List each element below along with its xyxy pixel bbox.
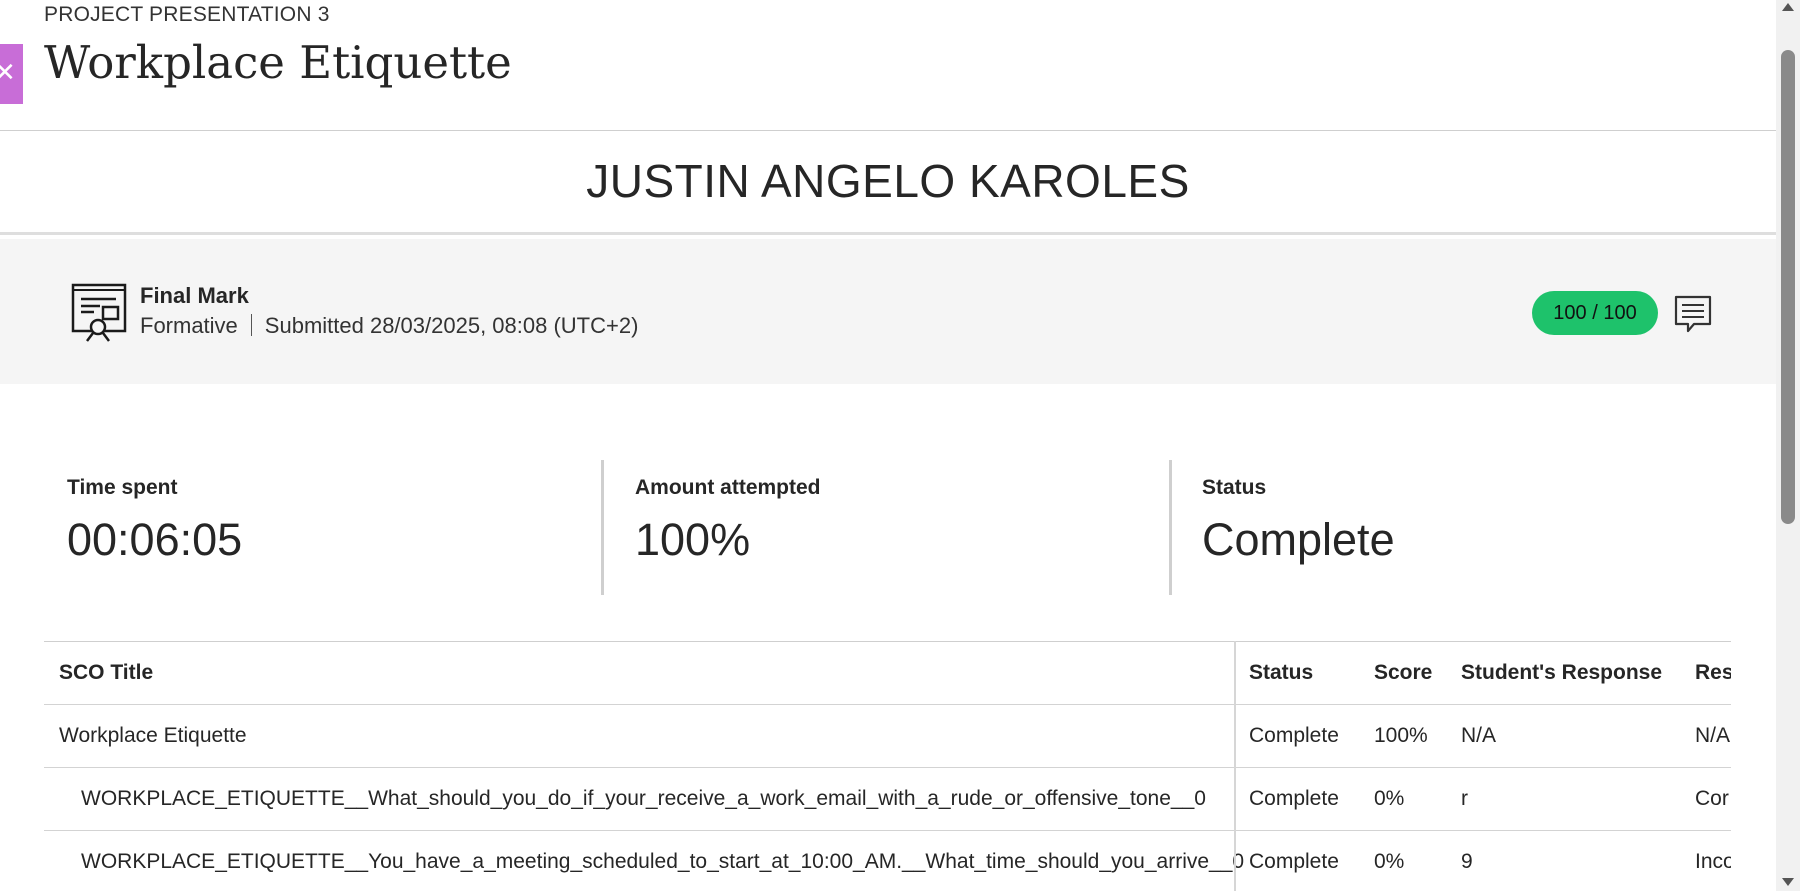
page-title: Workplace Etiquette bbox=[44, 36, 512, 89]
certificate-icon bbox=[71, 283, 127, 342]
scroll-up-arrow[interactable] bbox=[1782, 3, 1794, 11]
stat-label: Amount attempted bbox=[635, 476, 821, 499]
row-result: Cor bbox=[1695, 787, 1729, 810]
score-pill[interactable]: 100 / 100 bbox=[1532, 291, 1658, 335]
column-header-result[interactable]: Res bbox=[1695, 642, 1731, 704]
close-button[interactable]: ✕ bbox=[0, 44, 23, 104]
stat-label: Time spent bbox=[67, 476, 178, 499]
separator bbox=[250, 314, 252, 336]
scroll-down-arrow[interactable] bbox=[1782, 878, 1794, 886]
column-divider bbox=[1234, 641, 1236, 891]
table-row[interactable]: Workplace Etiquette Complete 100% N/A N/… bbox=[44, 705, 1731, 768]
grade-meta: Formative Submitted 28/03/2025, 08:08 (UT… bbox=[140, 313, 638, 339]
stat-label: Status bbox=[1202, 476, 1267, 499]
column-header-response[interactable]: Student's Response bbox=[1461, 642, 1662, 704]
page-overline: PROJECT PRESENTATION 3 bbox=[44, 3, 330, 26]
grade-summary: Final Mark Formative Submitted 28/03/2025… bbox=[0, 239, 1776, 384]
row-result: Inco bbox=[1695, 850, 1731, 873]
column-header-sco-title[interactable]: SCO Title bbox=[59, 642, 153, 704]
divider bbox=[0, 232, 1776, 235]
row-status: Complete bbox=[1249, 724, 1339, 747]
stat-value: 100% bbox=[635, 514, 751, 565]
sco-title: Workplace Etiquette bbox=[59, 724, 247, 747]
row-score: 0% bbox=[1374, 787, 1405, 810]
stat-value: Complete bbox=[1202, 514, 1395, 565]
column-header-score[interactable]: Score bbox=[1374, 642, 1432, 704]
column-header-status[interactable]: Status bbox=[1249, 642, 1313, 704]
submitted-date: Submitted 28/03/2025, 08:08 (UTC+2) bbox=[264, 313, 639, 338]
divider bbox=[0, 130, 1776, 131]
row-status: Complete bbox=[1249, 850, 1339, 873]
row-result: N/A bbox=[1695, 724, 1731, 747]
scrollbar[interactable] bbox=[1776, 0, 1800, 891]
table-row[interactable]: WORKPLACE_ETIQUETTE__What_should_you_do_… bbox=[44, 768, 1731, 831]
row-score: 0% bbox=[1374, 850, 1405, 873]
sco-title: WORKPLACE_ETIQUETTE__What_should_you_do_… bbox=[81, 787, 1206, 810]
row-response: r bbox=[1461, 787, 1468, 810]
stat-value: 00:06:05 bbox=[67, 514, 243, 565]
table-header-row: SCO Title Status Score Student's Respons… bbox=[44, 642, 1731, 705]
student-name: JUSTIN ANGELO KAROLES bbox=[586, 155, 1190, 207]
close-icon: ✕ bbox=[0, 58, 16, 88]
row-response: N/A bbox=[1461, 724, 1497, 747]
sco-title: WORKPLACE_ETIQUETTE__You_have_a_meeting_… bbox=[81, 850, 1245, 873]
table-row[interactable]: WORKPLACE_ETIQUETTE__You_have_a_meeting_… bbox=[44, 831, 1731, 891]
stat-divider bbox=[1169, 460, 1172, 595]
scrollbar-thumb[interactable] bbox=[1781, 50, 1795, 524]
grade-type: Formative bbox=[140, 313, 238, 338]
row-status: Complete bbox=[1249, 787, 1339, 810]
row-score: 100% bbox=[1374, 724, 1428, 747]
grade-title: Final Mark bbox=[140, 283, 249, 308]
sco-table: SCO Title Status Score Student's Respons… bbox=[44, 641, 1731, 891]
row-response: 9 bbox=[1461, 850, 1473, 873]
feedback-icon[interactable] bbox=[1673, 294, 1713, 334]
stat-divider bbox=[601, 460, 604, 595]
